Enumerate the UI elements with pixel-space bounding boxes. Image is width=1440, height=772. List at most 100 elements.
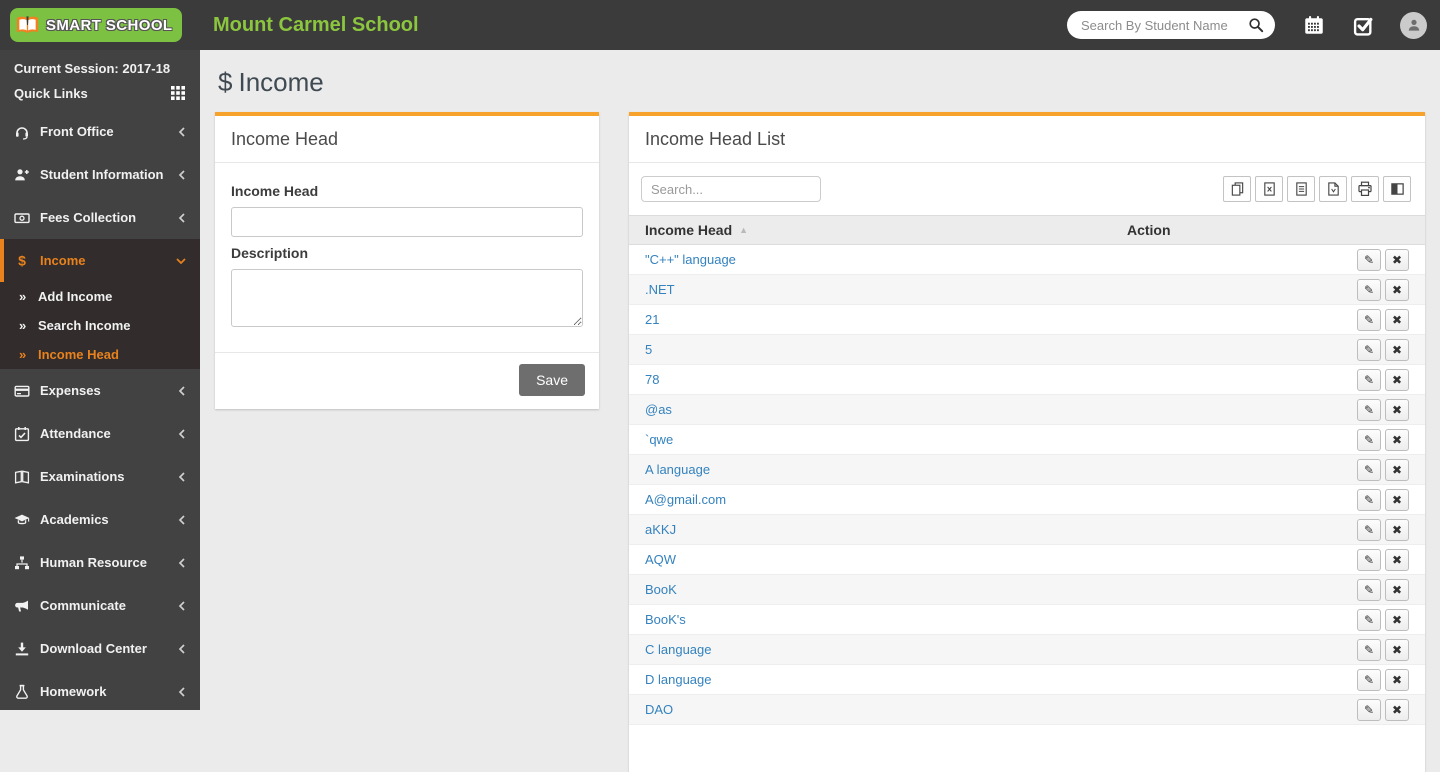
delete-button[interactable]: ✖: [1385, 338, 1409, 361]
sidebar-item-human-resource[interactable]: Human Resource: [0, 541, 200, 584]
edit-button[interactable]: ✎: [1357, 488, 1381, 511]
sidebar-item-homework[interactable]: Homework: [0, 670, 200, 713]
chevron-left-icon: [178, 385, 186, 396]
edit-button[interactable]: ✎: [1357, 518, 1381, 541]
graduation-cap-icon: [14, 512, 40, 528]
delete-button[interactable]: ✖: [1385, 668, 1409, 691]
bullhorn-icon: [14, 598, 40, 614]
edit-button[interactable]: ✎: [1357, 668, 1381, 691]
column-header-income-head[interactable]: Income Head ▲: [629, 215, 1111, 245]
pencil-icon: ✎: [1363, 402, 1375, 417]
x-icon: ✖: [1391, 612, 1403, 627]
export-toolbar: [1223, 176, 1411, 202]
delete-button[interactable]: ✖: [1385, 608, 1409, 631]
income-head-link[interactable]: AQW: [645, 552, 676, 567]
copy-button[interactable]: [1223, 176, 1251, 202]
income-head-link[interactable]: BooK's: [645, 612, 686, 627]
search-icon[interactable]: [1246, 15, 1266, 35]
delete-button[interactable]: ✖: [1385, 548, 1409, 571]
sidebar-item-download-center[interactable]: Download Center: [0, 627, 200, 670]
sidebar-item-academics[interactable]: Academics: [0, 498, 200, 541]
column-visibility-button[interactable]: [1383, 176, 1411, 202]
sidebar-item-attendance[interactable]: Attendance: [0, 412, 200, 455]
income-head-link[interactable]: BooK: [645, 582, 677, 597]
edit-button[interactable]: ✎: [1357, 638, 1381, 661]
delete-button[interactable]: ✖: [1385, 458, 1409, 481]
user-icon: [1408, 19, 1419, 31]
delete-button[interactable]: ✖: [1385, 398, 1409, 421]
dollar-icon: $: [14, 253, 40, 269]
table-row: A language ✎ ✖: [629, 454, 1425, 485]
income-menu-group: $ Income » Add Income » Search Income » …: [0, 239, 200, 369]
edit-button[interactable]: ✎: [1357, 368, 1381, 391]
pencil-icon: ✎: [1363, 672, 1375, 687]
quick-links-label: Quick Links: [14, 85, 88, 101]
pdf-export-button[interactable]: [1319, 176, 1347, 202]
chevron-left-icon: [178, 557, 186, 568]
income-head-link[interactable]: 78: [645, 372, 659, 387]
quick-links[interactable]: Quick Links: [0, 77, 200, 110]
sidebar-item-front-office[interactable]: Front Office: [0, 110, 200, 153]
tasks-check-icon[interactable]: [1353, 15, 1374, 36]
edit-button[interactable]: ✎: [1357, 308, 1381, 331]
edit-button[interactable]: ✎: [1357, 248, 1381, 271]
student-search-input[interactable]: [1081, 17, 1246, 33]
app-logo[interactable]: SMART SCHOOL: [10, 8, 182, 42]
income-head-link[interactable]: .NET: [645, 282, 675, 297]
avatar[interactable]: [1400, 11, 1427, 39]
edit-button[interactable]: ✎: [1357, 338, 1381, 361]
delete-button[interactable]: ✖: [1385, 308, 1409, 331]
description-textarea[interactable]: [231, 269, 583, 327]
sidebar-subitem-search-income[interactable]: » Search Income: [0, 311, 200, 340]
csv-export-button[interactable]: [1287, 176, 1315, 202]
table-row: aKKJ ✎ ✖: [629, 514, 1425, 545]
print-button[interactable]: [1351, 176, 1379, 202]
income-head-link[interactable]: A@gmail.com: [645, 492, 726, 507]
chevron-left-icon: [178, 686, 186, 697]
chevron-left-icon: [178, 126, 186, 137]
income-head-link[interactable]: aKKJ: [645, 522, 676, 537]
income-head-link[interactable]: `qwe: [645, 432, 673, 447]
delete-button[interactable]: ✖: [1385, 278, 1409, 301]
open-book-icon: [14, 469, 40, 485]
income-head-link[interactable]: 5: [645, 342, 652, 357]
save-button[interactable]: Save: [519, 364, 585, 396]
excel-export-button[interactable]: [1255, 176, 1283, 202]
sidebar-item-student-information[interactable]: Student Information: [0, 153, 200, 196]
edit-button[interactable]: ✎: [1357, 608, 1381, 631]
table-search-input[interactable]: [641, 176, 821, 202]
income-head-link[interactable]: @as: [645, 402, 672, 417]
sidebar-item-expenses[interactable]: Expenses: [0, 369, 200, 412]
sidebar-subitem-add-income[interactable]: » Add Income: [0, 282, 200, 311]
income-head-link[interactable]: "C++" language: [645, 252, 736, 267]
income-head-link[interactable]: A language: [645, 462, 710, 477]
edit-button[interactable]: ✎: [1357, 458, 1381, 481]
pencil-icon: ✎: [1363, 492, 1375, 507]
income-head-input[interactable]: [231, 207, 583, 237]
sidebar-item-examinations[interactable]: Examinations: [0, 455, 200, 498]
income-head-link[interactable]: 21: [645, 312, 659, 327]
column-header-action: Action: [1110, 215, 1425, 245]
pencil-icon: ✎: [1363, 372, 1375, 387]
income-head-link[interactable]: C language: [645, 642, 712, 657]
delete-button[interactable]: ✖: [1385, 638, 1409, 661]
delete-button[interactable]: ✖: [1385, 578, 1409, 601]
income-head-label: Income Head: [231, 183, 319, 199]
delete-button[interactable]: ✖: [1385, 248, 1409, 271]
edit-button[interactable]: ✎: [1357, 428, 1381, 451]
sidebar-item-income[interactable]: $ Income: [0, 239, 200, 282]
edit-button[interactable]: ✎: [1357, 278, 1381, 301]
sidebar-item-fees-collection[interactable]: Fees Collection: [0, 196, 200, 239]
delete-button[interactable]: ✖: [1385, 428, 1409, 451]
edit-button[interactable]: ✎: [1357, 578, 1381, 601]
double-arrow-icon: »: [19, 318, 27, 333]
delete-button[interactable]: ✖: [1385, 368, 1409, 391]
edit-button[interactable]: ✎: [1357, 548, 1381, 571]
sidebar-item-communicate[interactable]: Communicate: [0, 584, 200, 627]
edit-button[interactable]: ✎: [1357, 398, 1381, 421]
sidebar-subitem-income-head[interactable]: » Income Head: [0, 340, 200, 369]
calendar-icon[interactable]: [1304, 15, 1324, 35]
delete-button[interactable]: ✖: [1385, 488, 1409, 511]
income-head-link[interactable]: D language: [645, 672, 712, 687]
delete-button[interactable]: ✖: [1385, 518, 1409, 541]
